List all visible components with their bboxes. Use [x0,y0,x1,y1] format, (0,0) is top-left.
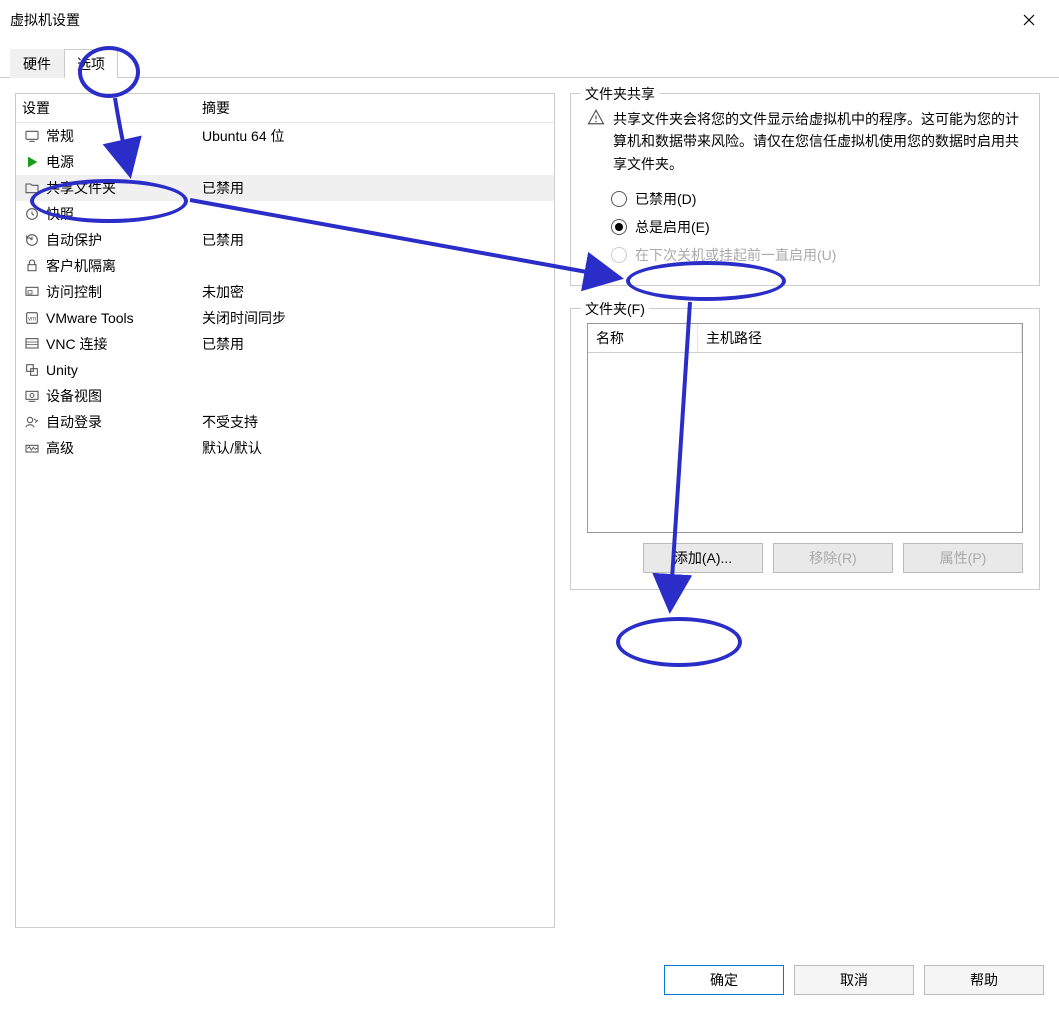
radio-until-shutdown: 在下次关机或挂起前一直启用(U) [611,241,1023,269]
help-button[interactable]: 帮助 [924,965,1044,995]
list-item-label: Unity [46,362,202,378]
radio-dot-icon [611,191,627,207]
cancel-button[interactable]: 取消 [794,965,914,995]
list-item[interactable]: 快照 [16,201,554,227]
monitor-icon [22,126,42,146]
list-item-label: 自动保护 [46,230,202,250]
radio-always-enabled[interactable]: 总是启用(E) [611,213,1023,241]
warning-icon [587,108,605,175]
list-item-label: 访问控制 [46,282,202,302]
list-item[interactable]: 高级默认/默认 [16,435,554,461]
radio-label: 已禁用(D) [635,189,696,209]
radio-label: 在下次关机或挂起前一直启用(U) [635,245,836,265]
tab-options[interactable]: 选项 [64,49,118,78]
list-item-label: 常规 [46,126,202,146]
list-item[interactable]: 常规Ubuntu 64 位 [16,123,554,149]
fieldset-title-sharing: 文件夹共享 [581,84,659,104]
list-item[interactable]: vm VMware Tools关闭时间同步 [16,305,554,331]
add-button[interactable]: 添加(A)... [643,543,763,573]
list-item-label: 快照 [46,204,202,224]
fieldset-title-folders: 文件夹(F) [581,299,649,319]
settings-list: 设置 摘要 常规Ubuntu 64 位电源共享文件夹已禁用快照自动保护已禁用客户… [15,93,555,928]
radio-label: 总是启用(E) [635,217,710,237]
device-view-icon [22,386,42,406]
list-item[interactable]: Unity [16,357,554,383]
properties-button: 属性(P) [903,543,1023,573]
column-setting: 设置 [22,98,202,118]
autologin-icon [22,412,42,432]
folders-table[interactable]: 名称 主机路径 [587,323,1023,533]
list-item[interactable]: 访问控制未加密 [16,279,554,305]
list-item-label: 高级 [46,438,202,458]
list-item-label: 电源 [46,152,202,172]
window-title: 虚拟机设置 [10,10,1009,30]
close-button[interactable] [1009,0,1049,40]
list-item[interactable]: 自动保护已禁用 [16,227,554,253]
remove-button: 移除(R) [773,543,893,573]
list-item[interactable]: VNC 连接已禁用 [16,331,554,357]
list-item-label: VNC 连接 [46,334,202,354]
vmtools-icon: vm [22,308,42,328]
list-item-summary: 已禁用 [202,178,548,198]
list-item-summary: Ubuntu 64 位 [202,126,548,146]
clock-icon [22,204,42,224]
folder-icon [22,178,42,198]
fieldset-folder-sharing: 文件夹共享 共享文件夹会将您的文件显示给虚拟机中的程序。这可能为您的计算机和数据… [570,93,1040,286]
advanced-icon [22,438,42,458]
list-item[interactable]: 客户机隔离 [16,253,554,279]
tab-hardware[interactable]: 硬件 [10,49,64,78]
list-item-summary: 不受支持 [202,412,548,432]
fieldset-folders: 文件夹(F) 名称 主机路径 添加(A)... 移除(R) 属性(P) [570,308,1040,590]
list-item-summary: 关闭时间同步 [202,308,548,328]
list-item-summary: 已禁用 [202,334,548,354]
list-item-summary: 默认/默认 [202,438,548,458]
column-summary: 摘要 [202,98,548,118]
vnc-icon [22,334,42,354]
list-item[interactable]: 电源 [16,149,554,175]
list-item-label: VMware Tools [46,310,202,326]
column-name[interactable]: 名称 [588,324,698,352]
close-icon [1023,14,1035,26]
unity-icon [22,360,42,380]
radio-disabled[interactable]: 已禁用(D) [611,185,1023,213]
list-item-summary: 未加密 [202,282,548,302]
ok-button[interactable]: 确定 [664,965,784,995]
warning-text: 共享文件夹会将您的文件显示给虚拟机中的程序。这可能为您的计算机和数据带来风险。请… [613,108,1023,175]
list-item[interactable]: 共享文件夹已禁用 [16,175,554,201]
play-icon [22,152,42,172]
column-host-path[interactable]: 主机路径 [698,324,1022,352]
list-item-label: 设备视图 [46,386,202,406]
svg-text:vm: vm [28,317,36,323]
access-icon [22,282,42,302]
radio-dot-icon [611,219,627,235]
list-item[interactable]: 设备视图 [16,383,554,409]
autoprotect-icon [22,230,42,250]
list-item-label: 自动登录 [46,412,202,432]
list-item-label: 客户机隔离 [46,256,202,276]
lock-icon [22,256,42,276]
list-item-label: 共享文件夹 [46,178,202,198]
list-item-summary: 已禁用 [202,230,548,250]
list-item[interactable]: 自动登录不受支持 [16,409,554,435]
radio-dot-icon [611,247,627,263]
